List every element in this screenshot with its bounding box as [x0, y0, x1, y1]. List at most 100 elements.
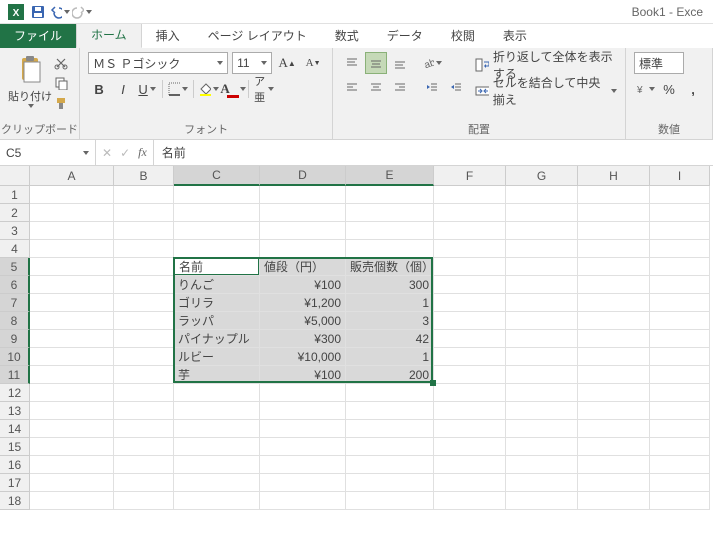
row-header[interactable]: 5 — [0, 258, 30, 276]
cell[interactable] — [30, 330, 114, 348]
formula-input[interactable]: 名前 — [154, 140, 713, 165]
cell[interactable] — [260, 384, 346, 402]
cell[interactable] — [650, 492, 710, 510]
cell[interactable] — [346, 420, 434, 438]
cell[interactable]: ¥100 — [260, 276, 346, 294]
cell[interactable] — [346, 474, 434, 492]
wrap-text-button[interactable]: 折り返して全体を表示する — [475, 54, 617, 76]
cell[interactable] — [650, 222, 710, 240]
cell[interactable] — [434, 474, 506, 492]
cell[interactable] — [114, 222, 174, 240]
name-box[interactable]: C5 — [0, 140, 96, 165]
cell[interactable] — [578, 240, 650, 258]
cell[interactable] — [506, 366, 578, 384]
cell[interactable] — [346, 240, 434, 258]
cell[interactable] — [578, 474, 650, 492]
cell[interactable] — [114, 438, 174, 456]
cell[interactable] — [30, 438, 114, 456]
phonetic-button[interactable]: ア亜 — [253, 78, 275, 100]
cell[interactable]: ¥5,000 — [260, 312, 346, 330]
cell[interactable] — [434, 438, 506, 456]
cell[interactable] — [30, 312, 114, 330]
cell[interactable] — [174, 222, 260, 240]
cell[interactable] — [578, 384, 650, 402]
cell[interactable] — [506, 222, 578, 240]
cell[interactable] — [434, 420, 506, 438]
font-size-select[interactable]: 11 — [232, 52, 272, 74]
cell[interactable] — [114, 312, 174, 330]
column-header[interactable]: A — [30, 166, 114, 186]
cell[interactable] — [650, 330, 710, 348]
cell[interactable] — [30, 366, 114, 384]
font-color-button[interactable]: A — [222, 78, 244, 100]
cell[interactable] — [260, 474, 346, 492]
cell[interactable] — [434, 348, 506, 366]
cell[interactable] — [30, 456, 114, 474]
cell[interactable] — [260, 402, 346, 420]
cell[interactable] — [30, 474, 114, 492]
font-name-select[interactable]: ＭＳ Ｐゴシック — [88, 52, 228, 74]
cell[interactable] — [260, 438, 346, 456]
cell[interactable] — [506, 204, 578, 222]
tab-home[interactable]: ホーム — [76, 21, 142, 48]
cell[interactable]: 販売個数（個） — [346, 258, 434, 276]
increase-font-icon[interactable]: A▲ — [276, 52, 298, 74]
cell[interactable]: 1 — [346, 294, 434, 312]
cell[interactable] — [30, 258, 114, 276]
cell[interactable] — [114, 366, 174, 384]
row-header[interactable]: 9 — [0, 330, 30, 348]
cell[interactable] — [434, 492, 506, 510]
borders-button[interactable] — [167, 78, 189, 100]
tab-data[interactable]: データ — [373, 23, 437, 48]
cell[interactable] — [578, 402, 650, 420]
cell[interactable] — [174, 420, 260, 438]
align-center-icon[interactable] — [365, 76, 387, 98]
cell[interactable] — [578, 276, 650, 294]
cell[interactable] — [434, 366, 506, 384]
cell[interactable] — [260, 240, 346, 258]
fx-icon[interactable]: fx — [138, 145, 147, 160]
cell[interactable] — [30, 384, 114, 402]
cell[interactable] — [578, 438, 650, 456]
cell[interactable] — [578, 330, 650, 348]
cell[interactable] — [578, 222, 650, 240]
cell[interactable] — [114, 456, 174, 474]
row-header[interactable]: 15 — [0, 438, 30, 456]
cell[interactable] — [260, 222, 346, 240]
cell[interactable] — [506, 276, 578, 294]
cell[interactable]: りんご — [174, 276, 260, 294]
row-header[interactable]: 11 — [0, 366, 30, 384]
align-left-icon[interactable] — [341, 76, 363, 98]
cell[interactable] — [506, 294, 578, 312]
cell[interactable] — [174, 492, 260, 510]
cell[interactable] — [114, 348, 174, 366]
cell[interactable] — [434, 258, 506, 276]
italic-button[interactable]: I — [112, 78, 134, 100]
cell[interactable] — [30, 276, 114, 294]
cell[interactable] — [434, 402, 506, 420]
cell[interactable]: ¥300 — [260, 330, 346, 348]
cell[interactable] — [346, 402, 434, 420]
cancel-formula-icon[interactable]: ✕ — [102, 146, 112, 160]
cell[interactable] — [650, 312, 710, 330]
cell[interactable]: 1 — [346, 348, 434, 366]
cell[interactable] — [174, 240, 260, 258]
fill-color-button[interactable] — [198, 78, 220, 100]
tab-review[interactable]: 校閲 — [437, 23, 489, 48]
column-header[interactable]: I — [650, 166, 710, 186]
cell[interactable] — [506, 492, 578, 510]
merge-center-button[interactable]: セルを結合して中央揃え — [475, 80, 617, 102]
cell[interactable] — [506, 420, 578, 438]
cell[interactable] — [434, 186, 506, 204]
cell[interactable] — [114, 474, 174, 492]
cell[interactable] — [30, 294, 114, 312]
cell[interactable] — [650, 384, 710, 402]
cell[interactable] — [650, 366, 710, 384]
accounting-format-icon[interactable]: ¥ — [634, 78, 656, 100]
cell[interactable]: 200 — [346, 366, 434, 384]
cell[interactable]: 芋 — [174, 366, 260, 384]
cell[interactable] — [578, 294, 650, 312]
cell[interactable] — [346, 456, 434, 474]
cell[interactable] — [30, 348, 114, 366]
orientation-icon[interactable]: ab — [421, 52, 443, 74]
